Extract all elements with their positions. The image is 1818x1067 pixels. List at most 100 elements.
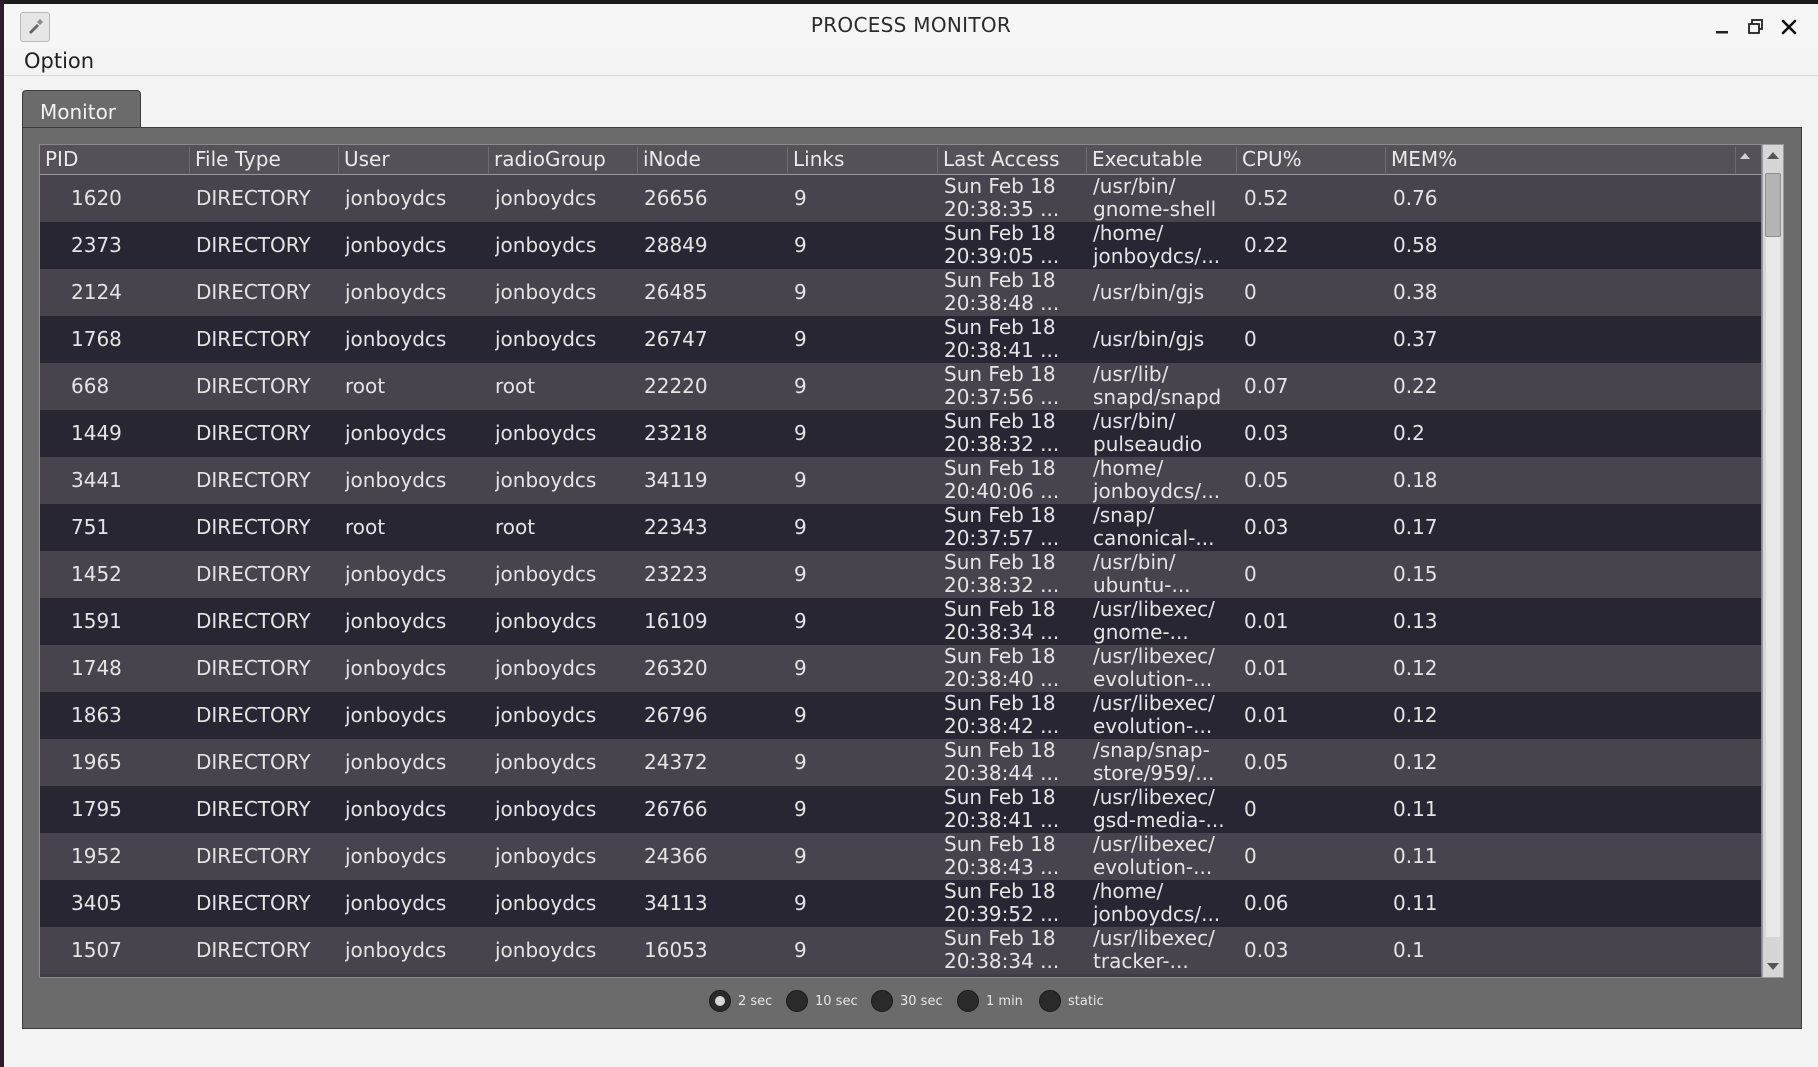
cell-mem: 0.12: [1393, 656, 1438, 680]
table-row[interactable]: 3405 DIRECTORY jonboydcs jonboydcs 34113 9 Sun…: [40, 880, 1761, 927]
radio-button-icon[interactable]: [786, 990, 808, 1012]
close-button[interactable]: [1776, 14, 1802, 40]
cell-cpu: 0.01: [1244, 656, 1289, 680]
column-header-mem[interactable]: MEM%: [1386, 147, 1736, 173]
cell-last-access-line1: Sun Feb 18: [944, 927, 1056, 950]
cell-exec-line2: canonical-...: [1093, 526, 1215, 550]
cell-exec-line1: /home/: [1093, 222, 1164, 245]
cell-last-access-line2: 20:38:41 ...: [944, 338, 1060, 362]
title-bar[interactable]: PROCESS MONITOR: [4, 4, 1818, 48]
cell-exec: /usr/libexec/evolution-...: [1093, 645, 1237, 692]
cell-pid: 3441: [71, 468, 122, 492]
table-row[interactable]: 1620 DIRECTORY jonboydcs jonboydcs 26656 9 Sun…: [40, 175, 1761, 222]
cell-file-type: DIRECTORY: [196, 562, 311, 586]
cell-inode: 28849: [644, 233, 708, 257]
cell-inode: 26796: [644, 703, 708, 727]
scroll-up-icon[interactable]: [1767, 152, 1779, 159]
cell-file-type: DIRECTORY: [196, 703, 311, 727]
radio-refresh-static[interactable]: static: [1039, 986, 1104, 1016]
table-row[interactable]: 751 DIRECTORY root root 22343 9 Sun Feb 18 20:3…: [40, 504, 1761, 551]
table-row[interactable]: 1952 DIRECTORY jonboydcs jonboydcs 24366 9 Sun…: [40, 833, 1761, 880]
radio-button-icon[interactable]: [1039, 990, 1061, 1012]
cell-links: 9: [794, 468, 807, 492]
cell-cpu: 0.06: [1244, 891, 1289, 915]
cell-last-access-line1: Sun Feb 18: [944, 880, 1056, 903]
cell-last-access: Sun Feb 18 20:40:06 ...: [944, 457, 1088, 504]
cell-last-access: Sun Feb 18 20:37:56 ...: [944, 363, 1088, 410]
scrollbar-thumb[interactable]: [1765, 173, 1781, 237]
tab-monitor[interactable]: Monitor: [22, 90, 141, 128]
cell-pid: 2373: [71, 233, 122, 257]
cell-inode: 26485: [644, 280, 708, 304]
cell-exec: /snap/snap-store/959/...: [1093, 739, 1237, 786]
cell-last-access-line2: 20:39:05 ...: [944, 244, 1060, 268]
radio-button-icon[interactable]: [709, 990, 731, 1012]
process-monitor-window: PROCESS MONITOR Option Monitor PID File T…: [0, 0, 1818, 1067]
cell-pid: 1952: [71, 844, 122, 868]
table-row[interactable]: 1863 DIRECTORY jonboydcs jonboydcs 26796 9 Sun…: [40, 692, 1761, 739]
cell-last-access: Sun Feb 18 20:38:32 ...: [944, 410, 1088, 457]
column-header-inode[interactable]: iNode: [638, 147, 788, 173]
cell-pid: 1748: [71, 656, 122, 680]
maximize-button[interactable]: [1743, 14, 1769, 40]
radio-button-icon[interactable]: [957, 990, 979, 1012]
vertical-scrollbar[interactable]: [1762, 144, 1784, 978]
column-header-cpu[interactable]: CPU%: [1237, 147, 1386, 173]
cell-exec-line2: snapd/snapd: [1093, 385, 1222, 409]
column-header-file-type[interactable]: File Type: [190, 147, 339, 173]
radio-selected-dot: [715, 996, 725, 1006]
cell-mem: 0.22: [1393, 374, 1438, 398]
cell-links: 9: [794, 938, 807, 962]
cell-mem: 0.17: [1393, 515, 1438, 539]
column-header-user[interactable]: User: [339, 147, 489, 173]
table-row[interactable]: 1768 DIRECTORY jonboydcs jonboydcs 26747 9 Sun…: [40, 316, 1761, 363]
column-header-pid[interactable]: PID: [40, 147, 190, 173]
cell-last-access: Sun Feb 18 20:38:48 ...: [944, 269, 1088, 316]
table-row[interactable]: 2373 DIRECTORY jonboydcs jonboydcs 28849 9 Sun…: [40, 222, 1761, 269]
radio-refresh-2-sec[interactable]: 2 sec: [709, 986, 772, 1016]
cell-file-type: DIRECTORY: [196, 468, 311, 492]
cell-mem: 0.11: [1393, 891, 1438, 915]
column-header-links[interactable]: Links: [788, 147, 938, 173]
cell-pid: 1591: [71, 609, 122, 633]
radio-refresh-30-sec[interactable]: 30 sec: [871, 986, 943, 1016]
scrollbar-track[interactable]: [1766, 237, 1780, 937]
table-row[interactable]: 3441 DIRECTORY jonboydcs jonboydcs 34119 9 Sun…: [40, 457, 1761, 504]
cell-last-access-line2: 20:37:57 ...: [944, 526, 1060, 550]
table-row[interactable]: 1591 DIRECTORY jonboydcs jonboydcs 16109 9 Sun…: [40, 598, 1761, 645]
cell-pid: 1620: [71, 186, 122, 210]
cell-user: jonboydcs: [345, 797, 447, 821]
menu-option[interactable]: Option: [24, 49, 94, 73]
column-header-executable[interactable]: Executable: [1087, 147, 1237, 173]
column-header-radiogroup[interactable]: radioGroup: [489, 147, 638, 173]
table-row[interactable]: 668 DIRECTORY root root 22220 9 Sun Feb 18 20:3…: [40, 363, 1761, 410]
refresh-interval-group: 2 sec 10 sec 30 sec 1 min static: [0, 986, 1818, 1016]
cell-exec-line2: store/959/...: [1093, 761, 1215, 785]
radio-refresh-10-sec[interactable]: 10 sec: [786, 986, 858, 1016]
cell-cpu: 0: [1244, 327, 1257, 351]
cell-last-access-line2: 20:38:48 ...: [944, 291, 1060, 315]
table-row[interactable]: 1507 DIRECTORY jonboydcs jonboydcs 16053 9 Sun…: [40, 927, 1761, 974]
cell-exec: /usr/bin/gjs: [1093, 280, 1205, 304]
table-row[interactable]: 1449 DIRECTORY jonboydcs jonboydcs 23218 9 Sun…: [40, 410, 1761, 457]
minimize-button[interactable]: [1709, 14, 1735, 40]
cell-cpu: 0.52: [1244, 186, 1289, 210]
cell-last-access-line1: Sun Feb 18: [944, 786, 1056, 809]
table-row[interactable]: 2124 DIRECTORY jonboydcs jonboydcs 26485 9 Sun…: [40, 269, 1761, 316]
cell-user: jonboydcs: [345, 562, 447, 586]
table-row[interactable]: 1452 DIRECTORY jonboydcs jonboydcs 23223 9 Sun…: [40, 551, 1761, 598]
cell-exec-line1: /snap/: [1093, 504, 1155, 527]
table-row[interactable]: 1748 DIRECTORY jonboydcs jonboydcs 26320 9 Sun…: [40, 645, 1761, 692]
column-header-last-access[interactable]: Last Access: [938, 147, 1087, 173]
scroll-down-icon[interactable]: [1767, 963, 1779, 970]
cell-exec: /home/jonboydcs/...: [1093, 222, 1237, 269]
table-row[interactable]: 1795 DIRECTORY jonboydcs jonboydcs 26766 9 Sun…: [40, 786, 1761, 833]
cell-last-access: Sun Feb 18 20:37:57 ...: [944, 504, 1088, 551]
radio-button-icon[interactable]: [871, 990, 893, 1012]
cell-pid: 1795: [71, 797, 122, 821]
cell-pid: 3405: [71, 891, 122, 915]
radio-refresh-1-min[interactable]: 1 min: [957, 986, 1023, 1016]
cell-exec-line2: gsd-media-...: [1093, 808, 1225, 832]
table-row[interactable]: 1965 DIRECTORY jonboydcs jonboydcs 24372 9 Sun…: [40, 739, 1761, 786]
cell-exec-line2: gnome-shell: [1093, 197, 1217, 221]
